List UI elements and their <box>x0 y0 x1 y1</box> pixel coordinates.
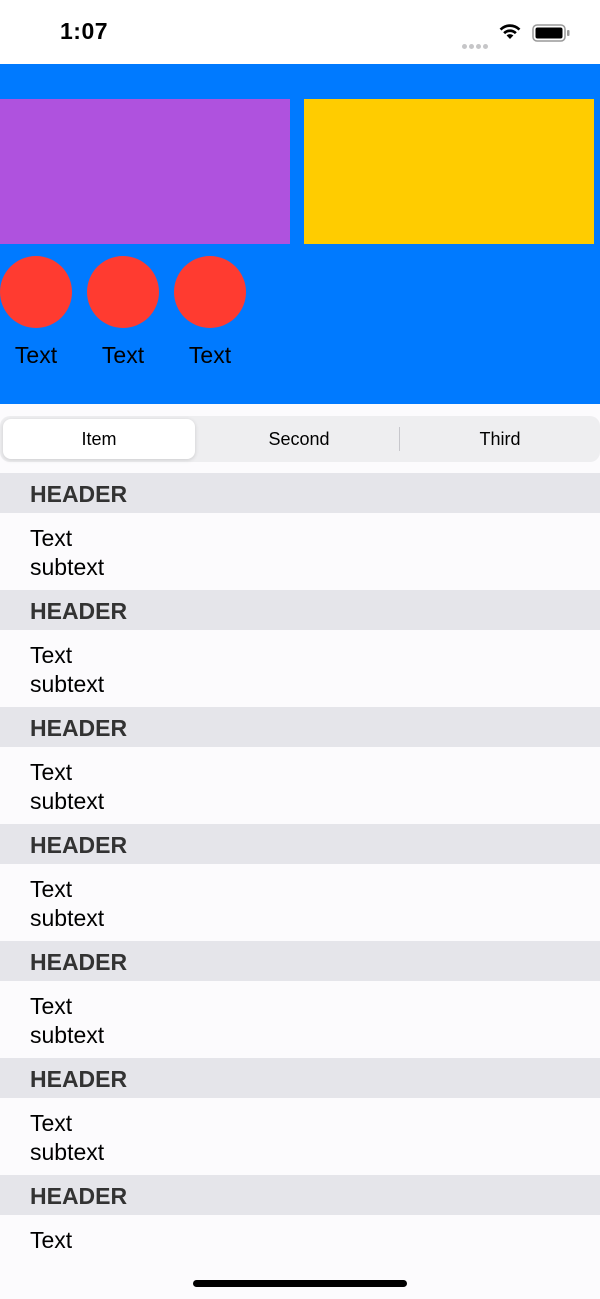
list-item[interactable]: Text subtext <box>0 864 600 941</box>
section-header: HEADER <box>0 941 600 981</box>
list-item-subtitle: subtext <box>30 554 105 580</box>
list-item-title: Text <box>30 1110 73 1136</box>
segment-divider <box>399 427 400 451</box>
status-bar: 1:07 <box>0 0 600 64</box>
wifi-icon <box>498 22 522 45</box>
section-header: HEADER <box>0 707 600 747</box>
section-header: HEADER <box>0 473 600 513</box>
list-item-subtitle: subtext <box>30 905 105 931</box>
segment-second[interactable]: Second <box>199 419 399 459</box>
list-item[interactable]: Text subtext <box>0 981 600 1058</box>
list-item[interactable]: Text subtext <box>0 630 600 707</box>
section-header: HEADER <box>0 1175 600 1215</box>
circle-label: Text <box>101 342 145 368</box>
battery-icon <box>532 24 570 47</box>
segment-item[interactable]: Item <box>3 419 195 459</box>
list-item-subtitle: subtext <box>30 788 105 814</box>
segmented-control: Item Second Third <box>0 416 600 462</box>
hero-banner: Text Text Text <box>0 64 600 404</box>
list-item-title: Text <box>30 1227 73 1253</box>
status-time: 1:07 <box>60 18 109 44</box>
purple-card[interactable] <box>0 99 290 244</box>
circle-item[interactable]: Text <box>87 256 159 369</box>
circle-label: Text <box>188 342 232 368</box>
list-item-subtitle: subtext <box>30 1139 105 1165</box>
circle-avatar[interactable] <box>174 256 246 328</box>
home-indicator[interactable] <box>193 1280 407 1287</box>
section-header: HEADER <box>0 824 600 864</box>
sectioned-list: HEADER Text subtext HEADER Text subtext … <box>0 473 600 1292</box>
circle-avatar[interactable] <box>87 256 159 328</box>
section-header: HEADER <box>0 1058 600 1098</box>
circle-avatar[interactable] <box>0 256 72 328</box>
list-item[interactable]: Text subtext <box>0 747 600 824</box>
circle-item[interactable]: Text <box>174 256 246 369</box>
list-item-title: Text <box>30 525 73 551</box>
segment-third[interactable]: Third <box>400 419 600 459</box>
list-item-title: Text <box>30 876 73 902</box>
signal-icon <box>462 36 490 54</box>
list-item-title: Text <box>30 642 73 668</box>
circle-item[interactable]: Text <box>0 256 72 369</box>
yellow-card[interactable] <box>304 99 594 244</box>
section-header: HEADER <box>0 590 600 630</box>
list-item[interactable]: Text subtext <box>0 1098 600 1175</box>
list-item-subtitle: subtext <box>30 671 105 697</box>
list-item-subtitle: subtext <box>30 1022 105 1048</box>
list-item-title: Text <box>30 993 73 1019</box>
circle-label: Text <box>14 342 58 368</box>
list-item[interactable]: Text subtext <box>0 513 600 590</box>
list-item-title: Text <box>30 759 73 785</box>
